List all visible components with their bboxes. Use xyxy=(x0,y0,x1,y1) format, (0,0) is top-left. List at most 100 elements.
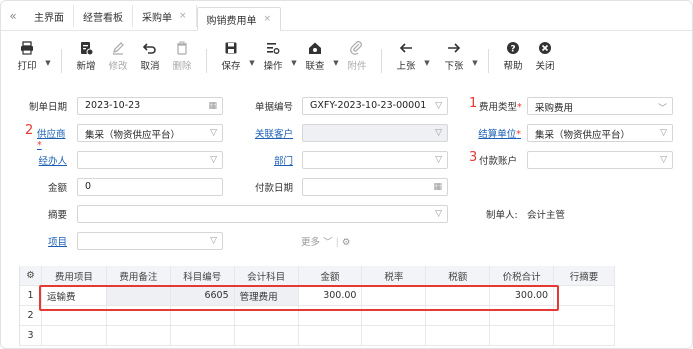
cell-remark[interactable] xyxy=(107,326,171,345)
filter-icon[interactable]: ▽ xyxy=(660,128,667,138)
tab-home[interactable]: 主界面 xyxy=(25,5,74,27)
tab-bar: « 主界面 经营看板 采购单 × 购销费用单 × xyxy=(1,1,692,31)
form-row: 制单日期 2023-10-23 ▦ 单据编号 GXFY-2023-10-23-00… xyxy=(1,96,692,115)
filter-icon[interactable]: ▽ xyxy=(435,155,442,165)
paydate-field[interactable]: ▦ xyxy=(302,178,448,196)
filter-icon[interactable]: ▽ xyxy=(210,236,217,246)
supplier-field[interactable]: 集采（物资供应平台） ▽ xyxy=(77,124,223,142)
filter-icon[interactable]: ▽ xyxy=(660,155,667,165)
next-button[interactable]: 下张 xyxy=(438,41,470,72)
tab-purchase-order[interactable]: 采购单 × xyxy=(133,5,197,27)
handler-label[interactable]: 经办人 xyxy=(31,153,67,167)
cell-tax[interactable] xyxy=(426,286,491,305)
cell-remark[interactable] xyxy=(107,306,171,325)
cell-tax[interactable] xyxy=(426,326,491,345)
table-row: 3 xyxy=(20,326,615,346)
project-field[interactable]: ▽ xyxy=(77,232,223,250)
customer-label[interactable]: 关联客户 xyxy=(253,126,293,140)
audit-dropdown-icon[interactable]: ▼ xyxy=(331,41,341,67)
date-field[interactable]: 2023-10-23 ▦ xyxy=(77,97,223,115)
cell-memo[interactable] xyxy=(554,326,615,345)
cell-item[interactable] xyxy=(42,306,107,325)
cell-item[interactable]: 运输费 xyxy=(42,286,107,305)
filter-icon[interactable]: ▽ xyxy=(210,128,217,138)
cell-amount[interactable]: 300.00 xyxy=(299,286,363,305)
cell-total[interactable] xyxy=(490,306,555,325)
summary-field[interactable]: ▽ xyxy=(77,205,448,223)
filter-icon[interactable]: ▽ xyxy=(210,155,217,165)
form-row: 项目 ▽ 更多 ﹀ | ⚙ xyxy=(1,232,692,250)
docno-field[interactable]: GXFY-2023-10-23-00001 ▽ xyxy=(302,97,448,115)
account-label: 付款账户 xyxy=(479,156,518,167)
filter-icon[interactable]: ▽ xyxy=(435,128,442,138)
next-dropdown-icon[interactable]: ▼ xyxy=(470,41,480,67)
cell-total[interactable]: 300.00 xyxy=(490,286,555,305)
divider xyxy=(488,49,489,73)
filter-icon[interactable]: ▽ xyxy=(435,101,442,111)
form-row: 2 供应商* 集采（物资供应平台） ▽ 关联客户 ▽ 结算单位* 集采（物资供应平… xyxy=(1,123,692,151)
cell-code[interactable]: 6605 xyxy=(170,286,235,305)
col-header: 科目编号 xyxy=(171,266,235,285)
audit-button[interactable]: 联查 xyxy=(299,41,331,72)
cell-code[interactable] xyxy=(171,306,235,325)
tab-dashboard[interactable]: 经营看板 xyxy=(74,5,133,27)
customer-field[interactable]: ▽ xyxy=(302,124,448,142)
cell-memo[interactable] xyxy=(554,286,615,305)
edit-button[interactable]: 修改 xyxy=(102,41,134,72)
cell-rate[interactable] xyxy=(362,286,427,305)
close-button[interactable]: 关闭 xyxy=(529,41,561,72)
print-dropdown-icon[interactable]: ▼ xyxy=(43,41,53,67)
delete-button[interactable]: 删除 xyxy=(166,41,198,72)
settings-icon[interactable]: ⚙ xyxy=(342,237,351,248)
attachment-button[interactable]: 附件 xyxy=(341,41,373,72)
date-label: 制单日期 xyxy=(28,102,67,113)
prev-dropdown-icon[interactable]: ▼ xyxy=(422,41,432,67)
tab-expense-bill[interactable]: 购销费用单 × xyxy=(196,7,282,31)
more-toggle[interactable]: 更多 ﹀ | ⚙ xyxy=(301,234,350,248)
cell-memo[interactable] xyxy=(554,306,615,325)
save-dropdown-icon[interactable]: ▼ xyxy=(247,41,257,67)
filter-icon[interactable]: ▽ xyxy=(435,209,442,219)
cell-tax[interactable] xyxy=(426,306,491,325)
operate-button[interactable]: 操作 xyxy=(257,41,289,72)
cell-subject[interactable] xyxy=(235,306,299,325)
grid-settings-icon[interactable]: ⚙ xyxy=(20,266,42,285)
cell-total[interactable] xyxy=(490,326,555,345)
dept-label[interactable]: 部门 xyxy=(263,153,293,167)
account-field[interactable]: ▽ xyxy=(527,151,673,169)
feetype-select[interactable]: 采购费用 ﹀ xyxy=(527,97,673,115)
prev-button[interactable]: 上张 xyxy=(390,41,422,72)
print-button[interactable]: 打印 xyxy=(11,41,43,72)
docno-label: 单据编号 xyxy=(254,102,293,113)
dept-field[interactable]: ▽ xyxy=(302,151,448,169)
cell-subject[interactable] xyxy=(235,326,299,345)
settle-field[interactable]: 集采（物资供应平台） ▽ xyxy=(527,124,673,142)
amount-value: 0 xyxy=(85,181,92,192)
settle-label[interactable]: 结算单位* xyxy=(477,126,521,140)
collapse-sidebar-icon[interactable]: « xyxy=(1,1,25,30)
close-tab-icon[interactable]: × xyxy=(264,14,272,24)
cell-item[interactable] xyxy=(42,326,107,345)
paydate-label: 付款日期 xyxy=(254,183,293,194)
handler-field[interactable]: ▽ xyxy=(77,151,223,169)
cell-rate[interactable] xyxy=(362,306,427,325)
save-button[interactable]: 保存 xyxy=(215,41,247,72)
close-tab-icon[interactable]: × xyxy=(179,11,187,21)
cell-amount[interactable] xyxy=(299,326,363,345)
calendar-icon[interactable]: ▦ xyxy=(433,182,442,192)
close-circle-icon xyxy=(539,42,551,54)
operate-dropdown-icon[interactable]: ▼ xyxy=(289,41,299,67)
cell-amount[interactable] xyxy=(299,306,363,325)
amount-field[interactable]: 0 xyxy=(77,178,223,196)
cell-code[interactable] xyxy=(171,326,235,345)
calendar-icon[interactable]: ▦ xyxy=(208,101,217,111)
cell-subject[interactable]: 管理费用 xyxy=(234,286,299,305)
supplier-label[interactable]: 供应商* xyxy=(37,126,67,151)
cell-remark[interactable] xyxy=(106,286,171,305)
cell-rate[interactable] xyxy=(362,326,427,345)
project-label[interactable]: 项目 xyxy=(31,234,67,248)
chevron-down-icon[interactable]: ﹀ xyxy=(658,101,667,114)
help-button[interactable]: ? 帮助 xyxy=(497,41,529,72)
new-button[interactable]: 新增 xyxy=(70,41,102,72)
cancel-button[interactable]: 取消 xyxy=(134,41,166,72)
